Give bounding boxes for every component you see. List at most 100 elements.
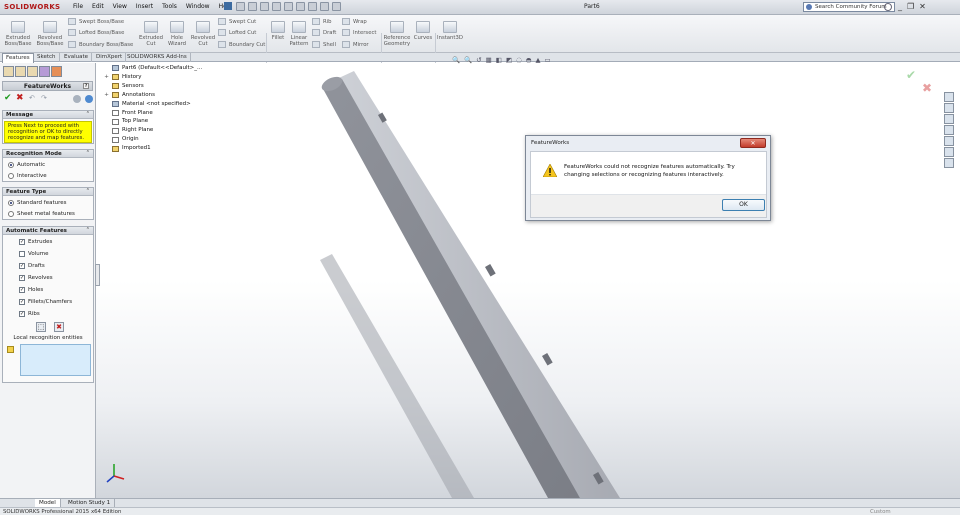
collapse-icon[interactable]: ⌃ [86, 227, 90, 233]
rebuild-icon[interactable] [308, 2, 317, 11]
ok-button[interactable]: ✔ [4, 94, 12, 103]
configuration-manager-icon[interactable] [27, 66, 38, 77]
dimxpert-manager-icon[interactable] [39, 66, 50, 77]
radio-standard-features[interactable]: Standard features [3, 196, 93, 207]
feature-manager-icon[interactable] [3, 66, 14, 77]
undo-button[interactable]: ↶ [29, 94, 35, 102]
back-button[interactable] [73, 95, 81, 103]
panel-splitter-handle[interactable] [95, 264, 100, 286]
tab-dimxpert[interactable]: DimXpert [93, 53, 127, 62]
search-icon[interactable] [884, 3, 892, 11]
open-icon[interactable] [248, 2, 257, 11]
intersect-button[interactable]: Intersect [342, 29, 376, 36]
reference-geometry-button[interactable]: Reference Geometry [383, 21, 411, 47]
swept-cut-button[interactable]: Swept Cut [218, 18, 256, 25]
tree-item-origin[interactable]: Origin [104, 135, 202, 144]
custom-properties-icon[interactable] [944, 147, 954, 157]
property-manager-icon[interactable] [15, 66, 26, 77]
tree-item-imported[interactable]: Imported1 [104, 144, 202, 153]
restore-button[interactable]: ❐ [907, 2, 914, 11]
section-view-icon[interactable]: ▦ [486, 56, 492, 64]
search-input[interactable]: Search Community Forum [803, 2, 895, 12]
help-icon[interactable]: ? [83, 83, 89, 89]
view-settings-icon[interactable]: ▭ [544, 56, 550, 64]
units-status[interactable]: Custom [870, 509, 891, 515]
hide-show-icon[interactable]: ◌ [516, 56, 522, 64]
cancel-button[interactable]: ✖ [16, 94, 24, 103]
tab-features[interactable]: Features [2, 53, 34, 63]
automatic-features-header[interactable]: Automatic Features ⌃ [3, 227, 93, 235]
shell-button[interactable]: Shell [312, 41, 336, 48]
radio-interactive[interactable]: Interactive [3, 169, 93, 180]
tree-item-annotations[interactable]: + Annotations [104, 91, 202, 100]
edit-appearance-icon[interactable]: ◓ [526, 56, 532, 64]
display-manager-icon[interactable] [51, 66, 62, 77]
hole-wizard-button[interactable]: Hole Wizard [164, 21, 190, 47]
checkbox-fillets-chamfers[interactable]: Fillets/Chamfers [3, 295, 93, 307]
checkbox-drafts[interactable]: Drafts [3, 259, 93, 271]
options-icon[interactable] [332, 2, 341, 11]
menu-edit[interactable]: Edit [92, 3, 104, 10]
lofted-boss-button[interactable]: Lofted Boss/Base [68, 29, 124, 36]
file-properties-icon[interactable] [320, 2, 329, 11]
swept-boss-button[interactable]: Swept Boss/Base [68, 18, 124, 25]
tab-addins[interactable]: SOLIDWORKS Add-Ins [124, 53, 191, 62]
solidworks-logo[interactable]: SOLIDWORKS [4, 3, 60, 11]
feature-type-header[interactable]: Feature Type ⌃ [3, 188, 93, 196]
pin-icon[interactable] [224, 2, 232, 10]
radio-sheet-metal-features[interactable]: Sheet metal features [3, 207, 93, 218]
tree-item-part[interactable]: Part6 (Default<<Default>_... [104, 64, 202, 73]
message-header[interactable]: Message ⌃ [3, 111, 93, 119]
design-library-icon[interactable] [944, 103, 954, 113]
extruded-cut-button[interactable]: Extruded Cut [138, 21, 164, 47]
revolved-cut-button[interactable]: Revolved Cut [190, 21, 216, 47]
select-icon[interactable] [296, 2, 305, 11]
menu-insert[interactable]: Insert [136, 3, 153, 10]
zoom-to-fit-icon[interactable]: 🔍 [452, 56, 460, 64]
lofted-cut-button[interactable]: Lofted Cut [218, 29, 256, 36]
tab-evaluate[interactable]: Evaluate [61, 53, 93, 62]
menu-file[interactable]: File [73, 3, 83, 10]
local-recognition-entities-list[interactable] [20, 344, 91, 376]
print-icon[interactable] [272, 2, 281, 11]
boundary-boss-button[interactable]: Boundary Boss/Base [68, 41, 133, 48]
confirm-ok-icon[interactable]: ✔ [906, 68, 916, 82]
curves-button[interactable]: Curves [412, 21, 434, 41]
appearances-icon[interactable] [944, 136, 954, 146]
checkbox-volume[interactable]: Volume [3, 247, 93, 259]
fillet-button[interactable]: Fillet [268, 21, 288, 41]
solidworks-forum-icon[interactable] [944, 158, 954, 168]
new-icon[interactable] [236, 2, 245, 11]
solidworks-resources-icon[interactable] [944, 92, 954, 102]
previous-view-icon[interactable]: ↺ [476, 56, 481, 64]
undo-icon[interactable] [284, 2, 293, 11]
confirm-cancel-icon[interactable]: ✖ [922, 81, 932, 95]
tree-item-top-plane[interactable]: Top Plane [104, 117, 202, 126]
save-icon[interactable] [260, 2, 269, 11]
tree-item-front-plane[interactable]: Front Plane [104, 109, 202, 118]
wrap-button[interactable]: Wrap [342, 18, 367, 25]
checkbox-extrudes[interactable]: Extrudes [3, 235, 93, 247]
checkbox-revolves[interactable]: Revolves [3, 271, 93, 283]
tree-item-sensors[interactable]: Sensors [104, 82, 202, 91]
extruded-boss-button[interactable]: Extruded Boss/Base [3, 21, 33, 47]
select-entities-icon[interactable]: ⬚ [36, 322, 46, 332]
recognition-mode-header[interactable]: Recognition Mode ⌃ [3, 150, 93, 158]
dialog-close-button[interactable]: ✕ [740, 138, 766, 148]
file-explorer-icon[interactable] [944, 114, 954, 124]
collapse-icon[interactable]: ⌃ [86, 188, 90, 194]
close-button[interactable]: ✕ [919, 2, 926, 11]
delete-entities-icon[interactable]: ✖ [54, 322, 64, 332]
revolved-boss-button[interactable]: Revolved Boss/Base [35, 21, 65, 47]
apply-scene-icon[interactable]: ▲ [535, 56, 540, 64]
collapse-icon[interactable]: ⌃ [86, 150, 90, 156]
view-palette-icon[interactable] [944, 125, 954, 135]
graphics-area[interactable] [96, 63, 960, 498]
menu-view[interactable]: View [113, 3, 127, 10]
radio-automatic[interactable]: Automatic [3, 158, 93, 169]
checkbox-holes[interactable]: Holes [3, 283, 93, 295]
minimize-button[interactable]: _ [898, 2, 902, 11]
tree-item-right-plane[interactable]: Right Plane [104, 126, 202, 135]
redo-button[interactable]: ↷ [41, 94, 47, 102]
boundary-cut-button[interactable]: Boundary Cut [218, 41, 265, 48]
